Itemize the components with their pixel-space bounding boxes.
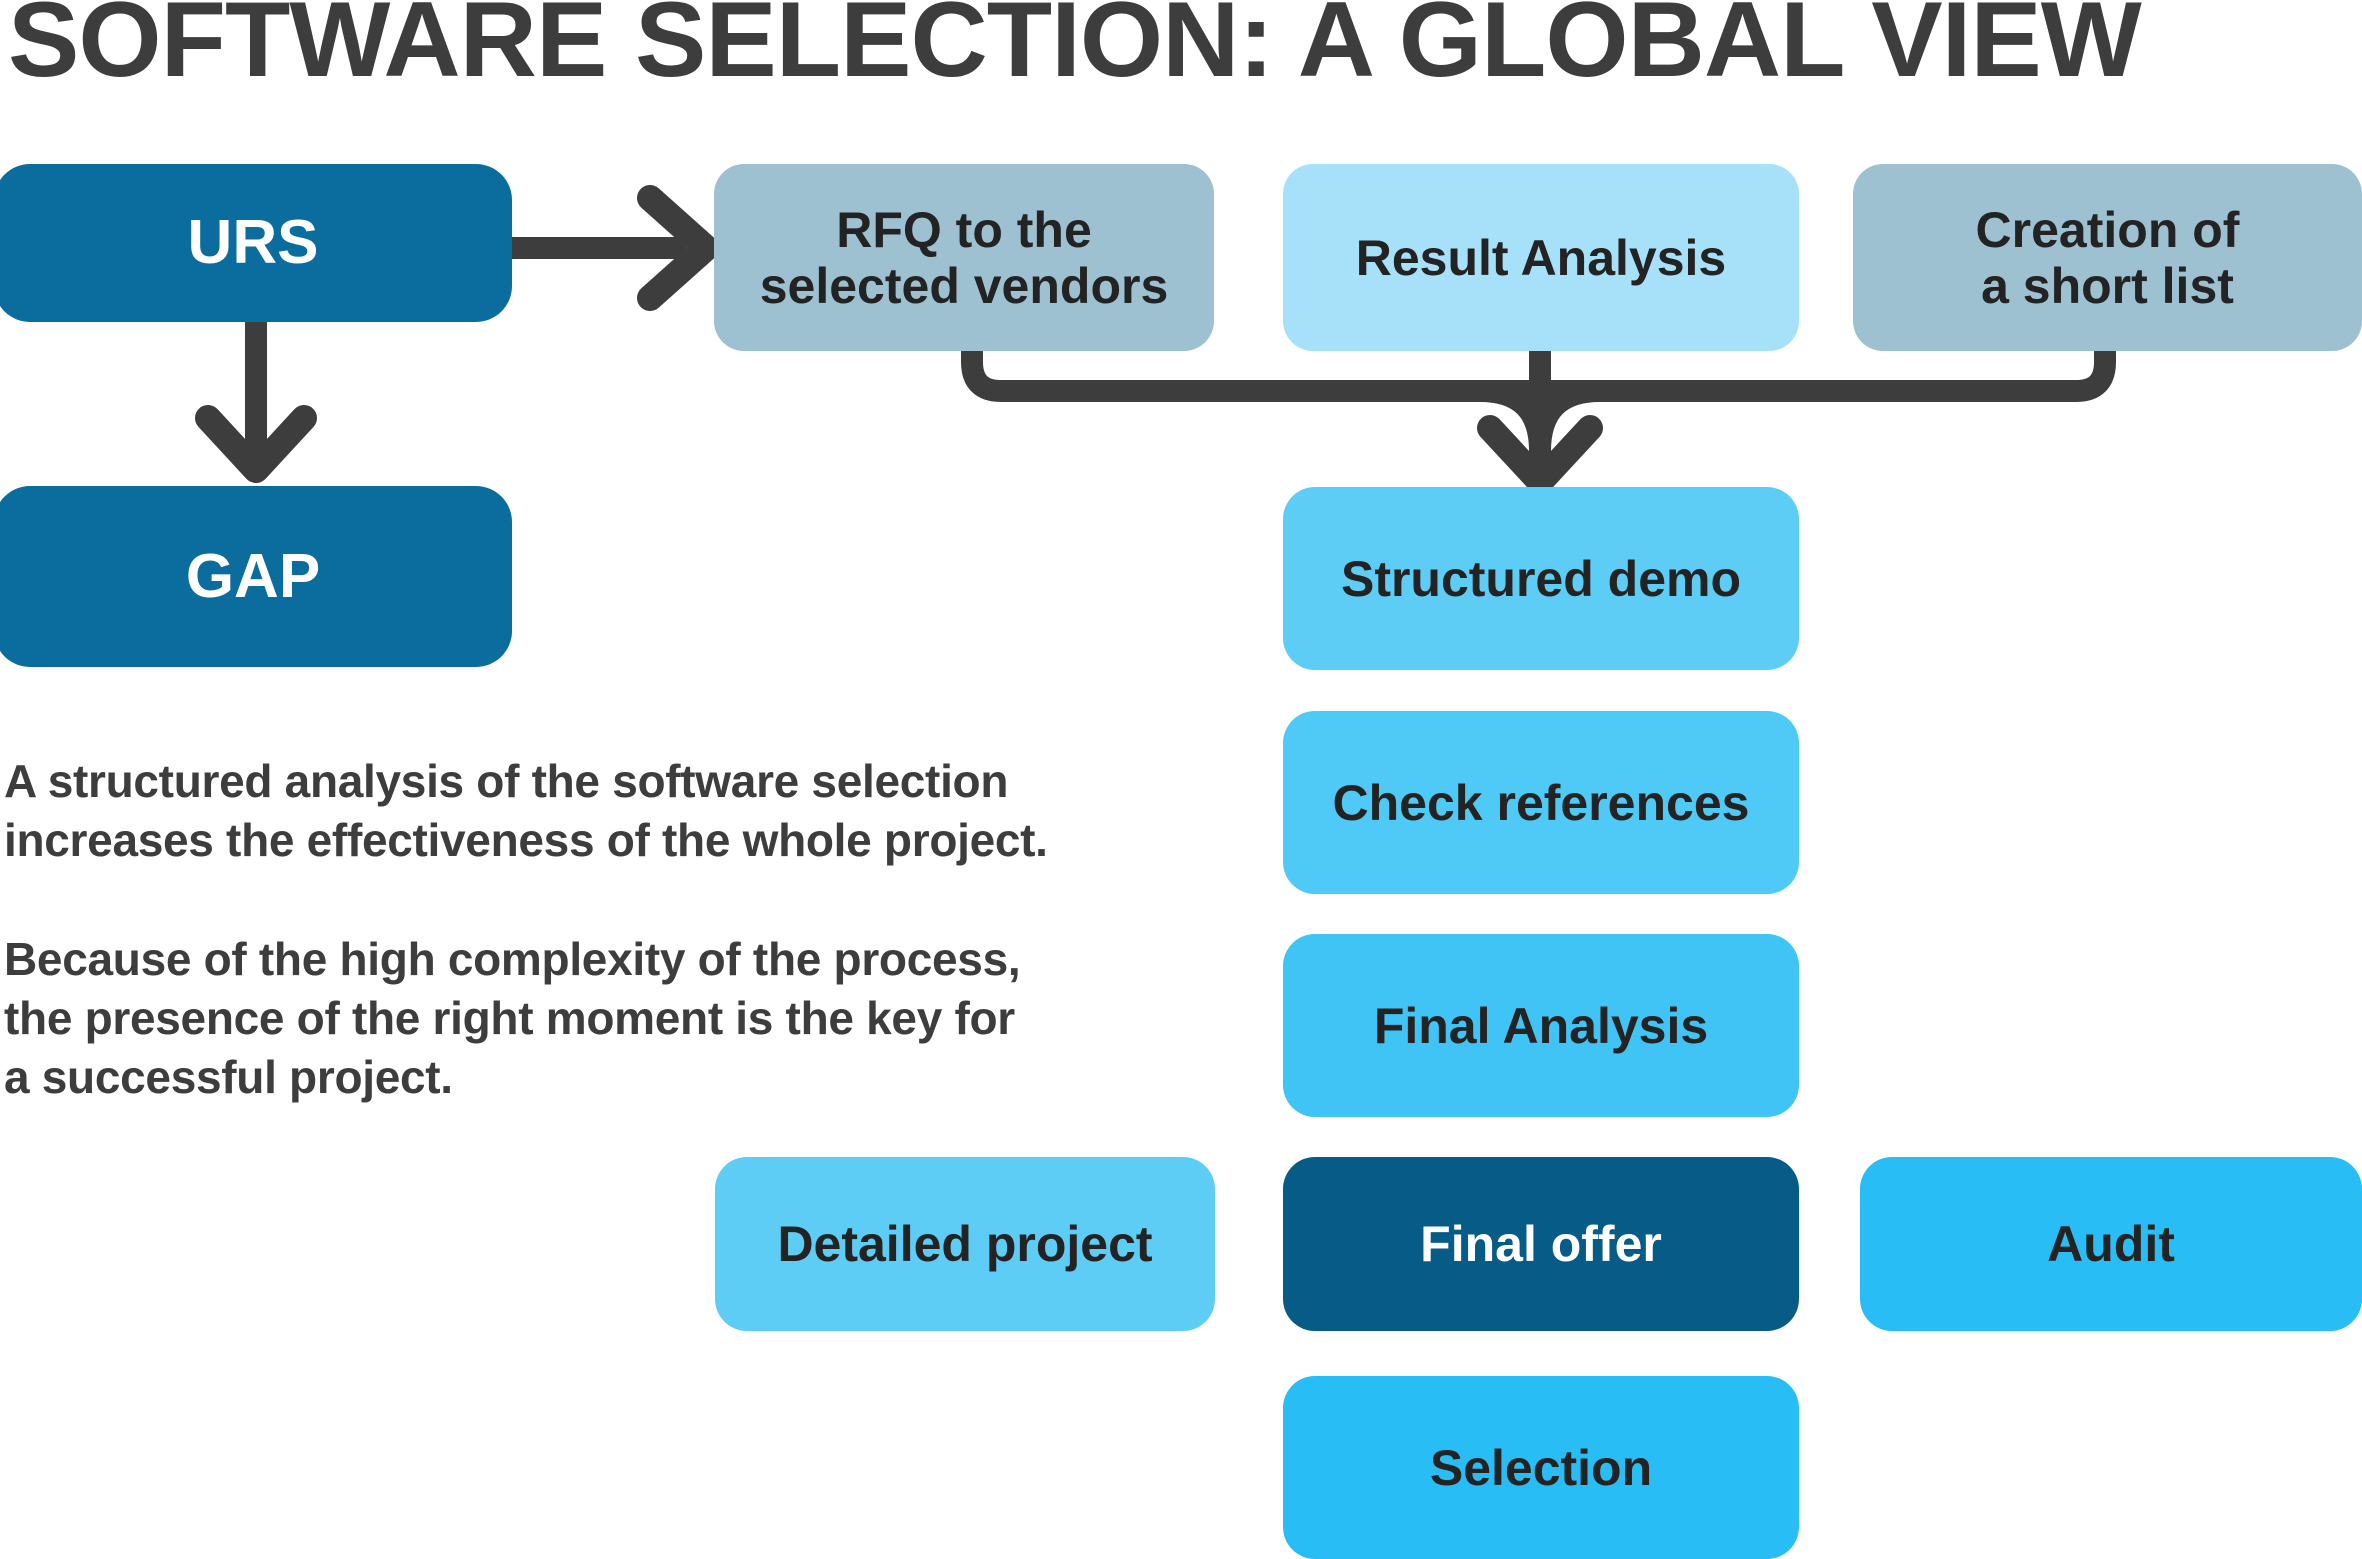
node-rfq-to-selected-vendors[interactable]: RFQ to the selected vendors bbox=[714, 164, 1214, 351]
node-check-references[interactable]: Check references bbox=[1283, 711, 1799, 894]
node-audit-label: Audit bbox=[2047, 1216, 2175, 1272]
node-structured-demo-label: Structured demo bbox=[1340, 550, 1742, 607]
node-final-analysis[interactable]: Final Analysis bbox=[1283, 934, 1799, 1117]
node-urs-label: URS bbox=[187, 208, 319, 278]
node-urs[interactable]: URS bbox=[0, 164, 512, 322]
node-creation-of-a-short-list[interactable]: Creation of a short list bbox=[1853, 164, 2362, 351]
paragraph-structured-analysis: A structured analysis of the software se… bbox=[4, 755, 1048, 866]
node-final-offer-label: Final offer bbox=[1420, 1216, 1662, 1272]
node-selection[interactable]: Selection bbox=[1283, 1376, 1799, 1559]
node-result-analysis-label: Result Analysis bbox=[1355, 229, 1727, 286]
node-short-list-label: Creation of a short list bbox=[1975, 201, 2240, 314]
node-audit[interactable]: Audit bbox=[1860, 1157, 2362, 1331]
paragraph-high-complexity: Because of the high complexity of the pr… bbox=[4, 933, 1021, 1103]
node-final-offer[interactable]: Final offer bbox=[1283, 1157, 1799, 1331]
page-title: SOFTWARE SELECTION: A GLOBAL VIEW bbox=[8, 0, 2142, 99]
node-result-analysis[interactable]: Result Analysis bbox=[1283, 164, 1799, 351]
node-selection-label: Selection bbox=[1429, 1439, 1653, 1496]
node-gap-label: GAP bbox=[185, 541, 321, 611]
node-structured-demo[interactable]: Structured demo bbox=[1283, 487, 1799, 670]
arrow-urs-to-rfq bbox=[512, 185, 719, 311]
node-detailed-project[interactable]: Detailed project bbox=[715, 1157, 1215, 1331]
arrow-urs-to-gap bbox=[195, 320, 317, 483]
node-final-analysis-label: Final Analysis bbox=[1373, 997, 1709, 1054]
node-rfq-label: RFQ to the selected vendors bbox=[759, 201, 1169, 314]
node-gap[interactable]: GAP bbox=[0, 486, 512, 667]
node-detailed-project-label: Detailed project bbox=[777, 1216, 1153, 1272]
diagram-canvas: SOFTWARE SELECTION: A GLOBAL VIEW URS RF… bbox=[0, 0, 2362, 1559]
node-check-references-label: Check references bbox=[1332, 774, 1750, 831]
